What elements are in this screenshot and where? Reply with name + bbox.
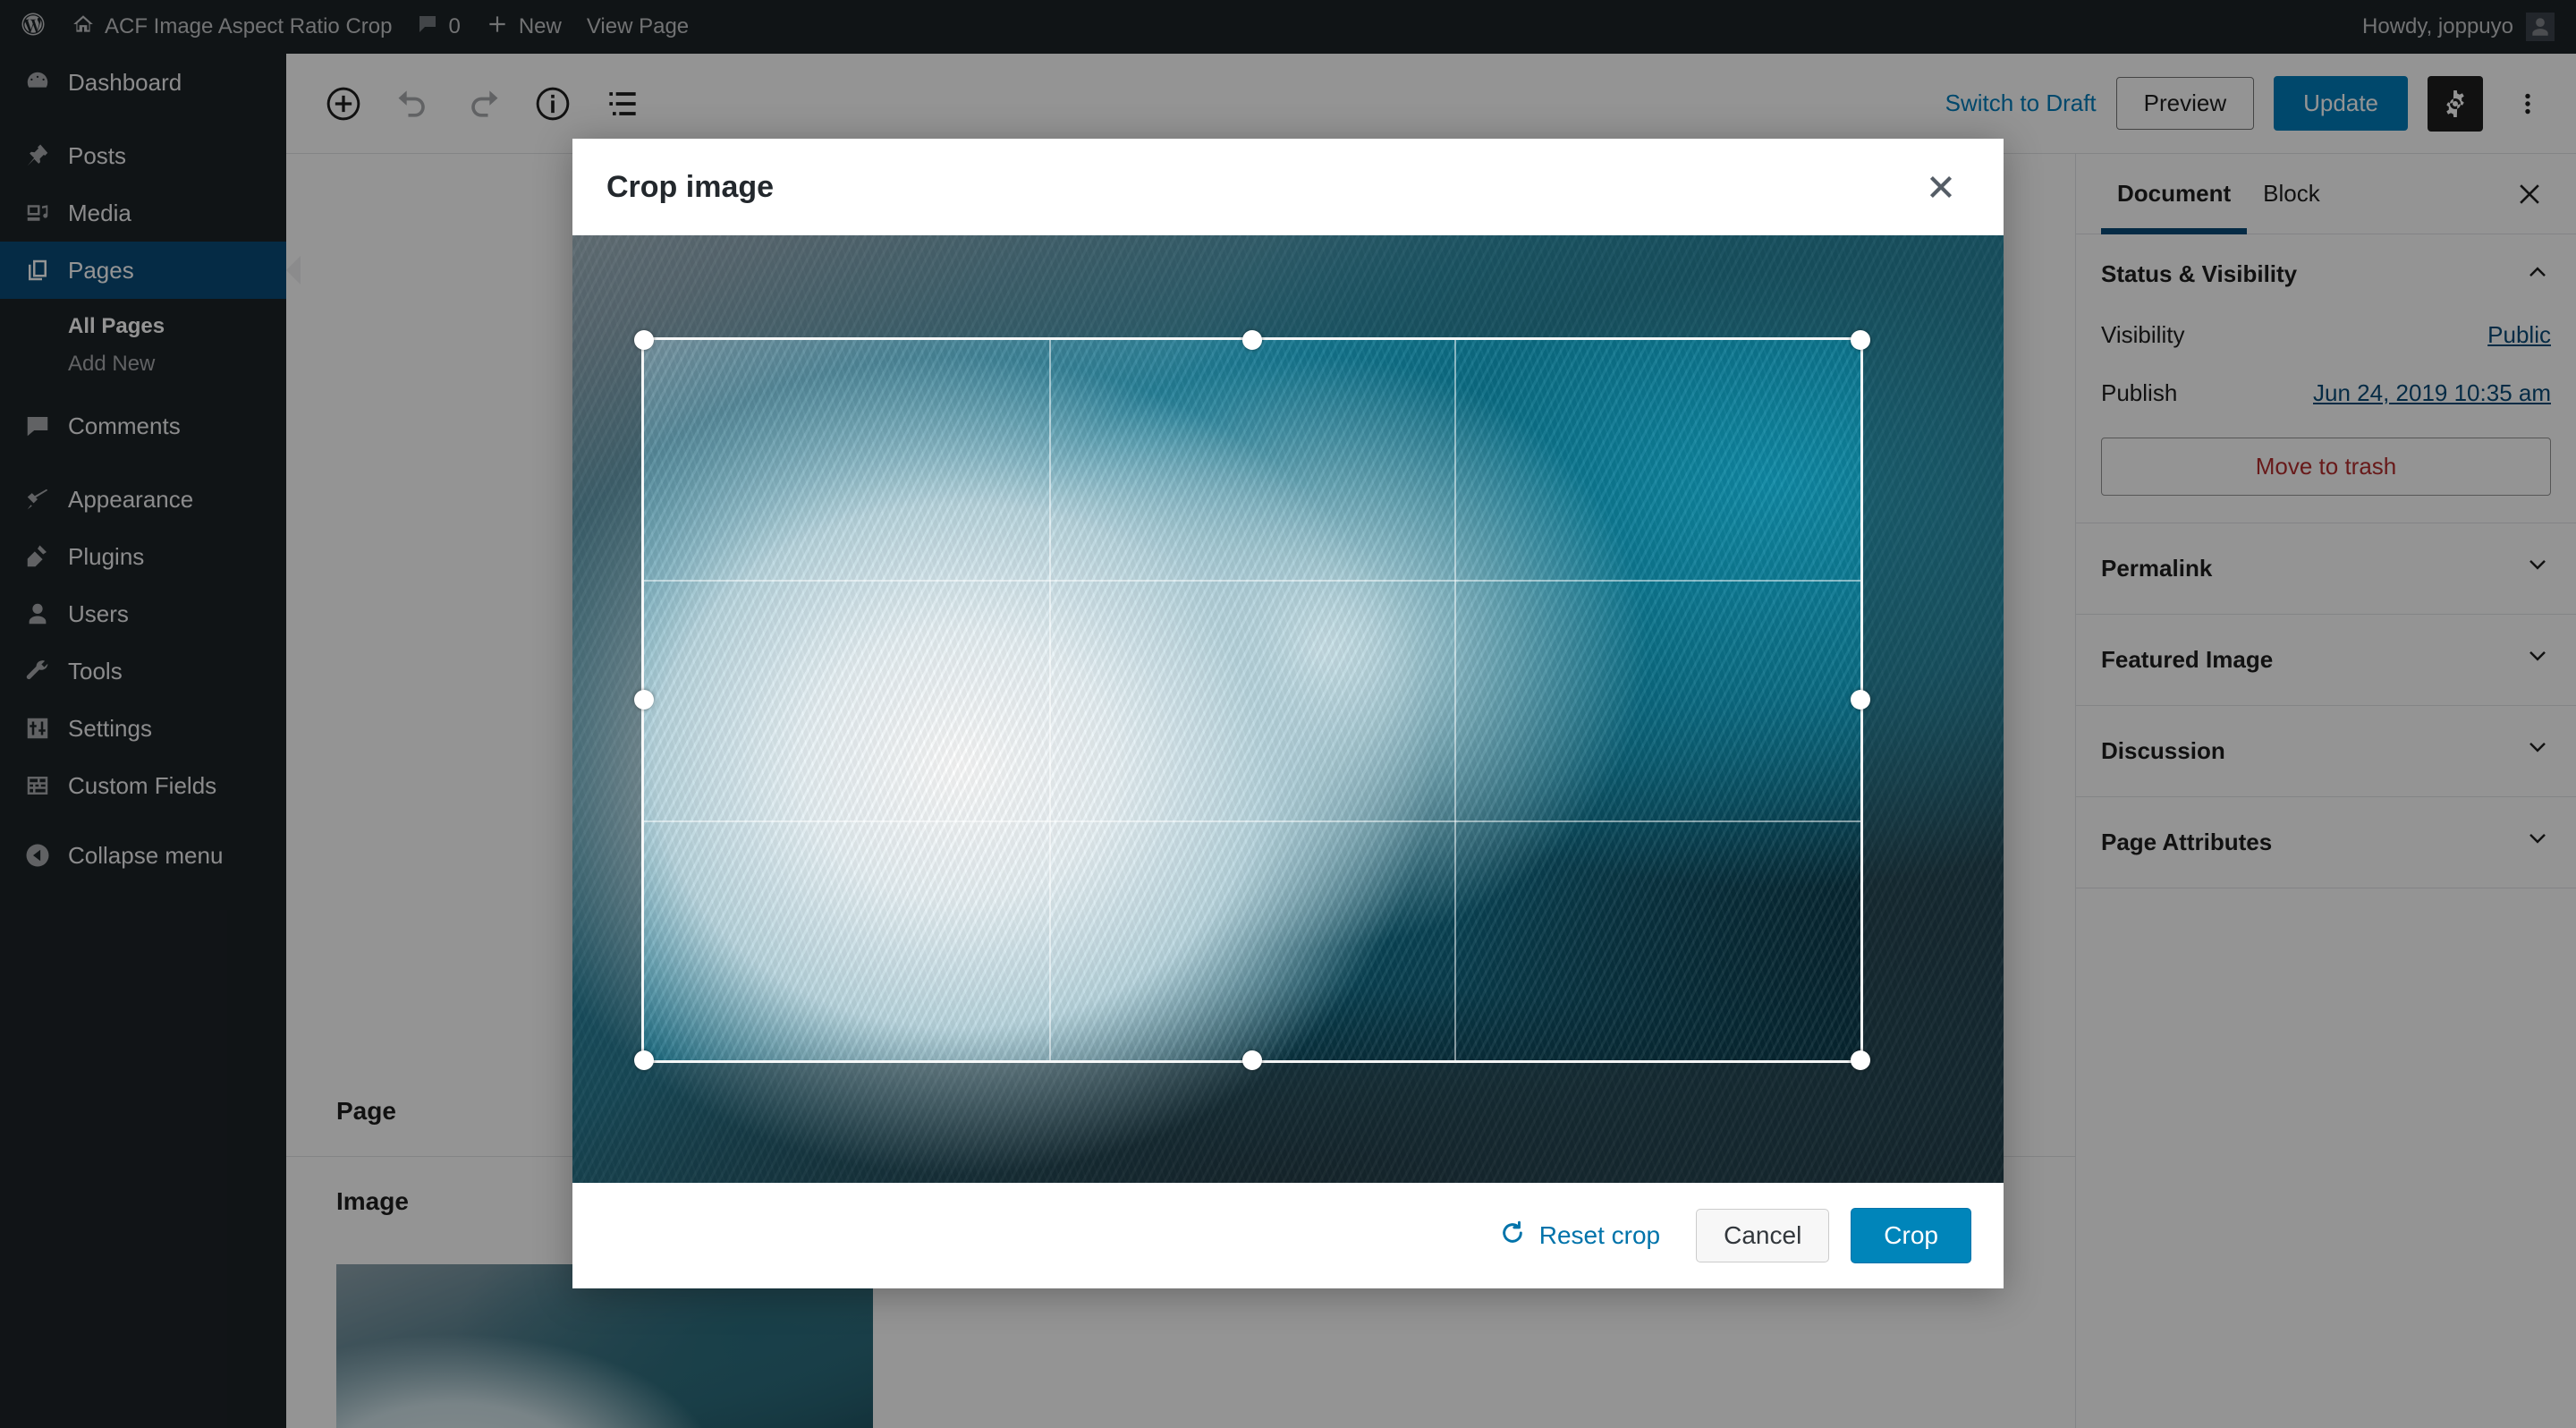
reset-crop-label: Reset crop [1538, 1221, 1661, 1249]
reset-rotate-icon [1498, 1219, 1527, 1254]
crop-handle-top-center[interactable] [1242, 330, 1262, 350]
modal-footer: Reset crop Cancel Crop [572, 1183, 2004, 1288]
modal-title: Crop image [606, 169, 775, 204]
crop-selection-box[interactable] [641, 337, 1863, 1063]
close-icon[interactable] [1909, 155, 1973, 219]
crop-grid-line-vertical [1049, 340, 1051, 1060]
crop-handle-middle-left[interactable] [634, 690, 654, 710]
crop-grid-line-vertical [1454, 340, 1456, 1060]
crop-button[interactable]: Crop [1851, 1208, 1971, 1263]
crop-handle-bottom-right[interactable] [1851, 1050, 1870, 1070]
crop-handle-bottom-left[interactable] [634, 1050, 654, 1070]
crop-image-canvas[interactable] [572, 235, 2004, 1183]
crop-grid-line-horizontal [644, 580, 1860, 582]
source-image-bright [644, 340, 1860, 1060]
crop-grid-line-horizontal [644, 820, 1860, 822]
crop-handle-bottom-center[interactable] [1242, 1050, 1262, 1070]
crop-handle-top-right[interactable] [1851, 330, 1870, 350]
crop-handle-middle-right[interactable] [1851, 690, 1870, 710]
crop-image-modal: Crop image Reset crop Cancel Crop [572, 139, 2004, 1288]
reset-crop-button[interactable]: Reset crop [1498, 1219, 1660, 1254]
cancel-button[interactable]: Cancel [1696, 1209, 1830, 1262]
modal-header: Crop image [572, 139, 2004, 235]
crop-handle-top-left[interactable] [634, 330, 654, 350]
